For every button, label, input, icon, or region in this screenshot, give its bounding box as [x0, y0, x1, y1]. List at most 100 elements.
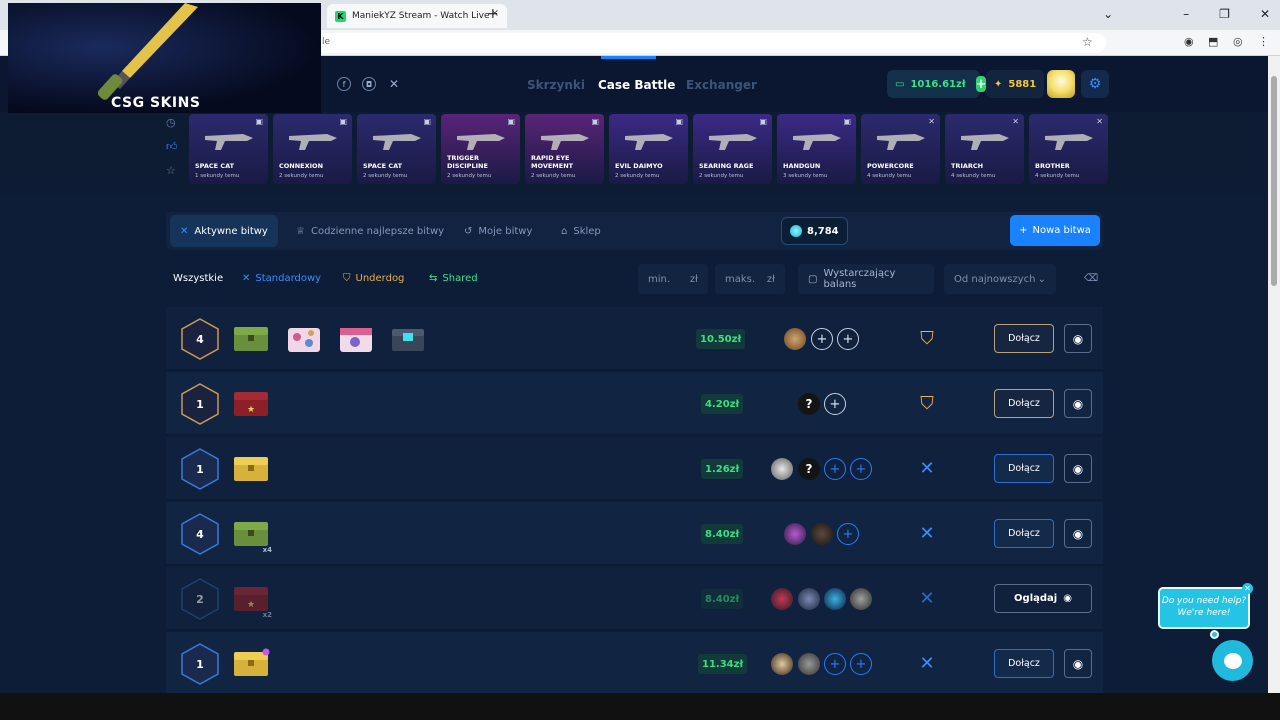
drop-time: 2 sekundy temu	[363, 173, 408, 179]
join-button[interactable]: Dołącz	[994, 519, 1054, 548]
join-slot-button[interactable]: +	[837, 328, 859, 350]
kick-icon: K	[335, 10, 346, 22]
tab-list-icon[interactable]: ⌄	[1103, 7, 1113, 21]
enough-balance-toggle[interactable]: ▢ Wystarczający balans	[798, 264, 934, 294]
address-bar[interactable]: le	[316, 33, 1106, 53]
live-drop-card[interactable]: ▣ SPACE CAT 1 sekundy temu	[189, 114, 268, 184]
live-drop-card[interactable]: ✕ BROTHER 4 sekundy temu	[1029, 114, 1108, 184]
player-avatar[interactable]	[771, 653, 793, 675]
scroll-thumb[interactable]	[1271, 76, 1277, 286]
join-slot-button[interactable]: +	[824, 458, 846, 480]
x-twitter-icon[interactable]: ✕	[387, 77, 401, 91]
join-slot-button[interactable]: +	[850, 458, 872, 480]
settings-gear-icon[interactable]: ⚙	[1081, 70, 1109, 98]
min-price-input[interactable]: min. zł	[638, 264, 708, 294]
skin-image	[793, 134, 841, 150]
live-drop-card[interactable]: ✕ POWERCORE 4 sekundy temu	[861, 114, 940, 184]
balance-display[interactable]: ▭ 1016.61zł +	[887, 70, 987, 98]
filter-all[interactable]: Wszystkie	[173, 273, 223, 284]
tab-shop[interactable]: ⌂ Sklep	[561, 212, 601, 250]
battle-row[interactable]: 2 ★ x2 8.40zł ✕ Oglądaj ◉	[166, 567, 1103, 630]
extensions-icon[interactable]: ⬒	[1208, 35, 1218, 48]
join-slot-button[interactable]: +	[824, 653, 846, 675]
player-avatar[interactable]	[771, 458, 793, 480]
battle-price: 8.40zł	[701, 589, 744, 609]
gems-display[interactable]: 8,784	[781, 217, 848, 245]
case-icon: ▣	[843, 117, 851, 126]
restore-icon[interactable]: ❐	[1219, 7, 1230, 21]
player-avatar[interactable]	[784, 328, 806, 350]
sort-select[interactable]: Od najnowszych ⌄	[944, 264, 1056, 294]
filter-underdog-label: Underdog	[355, 273, 405, 284]
tab-active-battles[interactable]: ✕ Aktywne bitwy	[170, 215, 278, 247]
minimize-icon[interactable]: –	[1183, 7, 1189, 21]
filter-standard[interactable]: ✕ Standardowy	[242, 273, 321, 284]
watch-button[interactable]: Oglądaj ◉	[994, 584, 1092, 613]
player-avatar[interactable]	[798, 653, 820, 675]
chat-icon[interactable]	[1212, 640, 1253, 681]
join-button[interactable]: Dołącz	[994, 649, 1054, 678]
filter-shared[interactable]: ⇆ Shared	[429, 273, 478, 284]
player-avatar[interactable]	[824, 588, 846, 610]
account-icon[interactable]: ◉	[1184, 35, 1194, 48]
player-avatar[interactable]	[850, 588, 872, 610]
eye-icon[interactable]: ◉	[1064, 519, 1092, 548]
browser-menu-icon[interactable]: ⋮	[1258, 35, 1269, 48]
tab-daily-best[interactable]: ♕ Codzienne najlepsze bitwy	[296, 212, 444, 250]
player-avatar[interactable]	[811, 523, 833, 545]
filter-underdog[interactable]: ⛉ Underdog	[343, 273, 404, 284]
live-drop-card[interactable]: ▣ SPACE CAT 2 sekundy temu	[357, 114, 436, 184]
join-slot-button[interactable]: +	[837, 523, 859, 545]
nav-skrzynki[interactable]: Skrzynki	[527, 78, 585, 92]
close-icon[interactable]: ✕	[1242, 583, 1253, 594]
new-battle-button[interactable]: + Nowa bitwa	[1010, 215, 1100, 246]
drop-skin-name: EVIL DAIMYO	[615, 162, 663, 170]
clear-filters-icon[interactable]: ⌫	[1084, 273, 1098, 284]
star-icon[interactable]: ☆	[166, 164, 178, 188]
page-scrollbar[interactable]	[1268, 56, 1280, 693]
battle-row[interactable]: 4 10.50zł + + ⛉ Dołącz ◉	[166, 307, 1103, 370]
facebook-icon[interactable]: f	[337, 77, 351, 91]
live-drop-card[interactable]: ✕ TRIARCH 4 sekundy temu	[945, 114, 1024, 184]
user-avatar[interactable]	[1047, 70, 1075, 98]
instagram-icon[interactable]: ◘	[362, 77, 376, 91]
tab-daily-best-label: Codzienne najlepsze bitwy	[310, 225, 445, 237]
join-button[interactable]: Dołącz	[994, 324, 1054, 353]
eye-icon[interactable]: ◉	[1064, 389, 1092, 418]
tab-my-battles[interactable]: ↺ Moje bitwy	[464, 212, 532, 250]
coins-display[interactable]: ✦ 5881	[986, 70, 1044, 98]
join-slot-button[interactable]: +	[850, 653, 872, 675]
eye-icon[interactable]: ◉	[1064, 324, 1092, 353]
max-price-input[interactable]: maks. zł	[715, 264, 785, 294]
player-avatar[interactable]	[798, 588, 820, 610]
join-button[interactable]: Dołącz	[994, 454, 1054, 483]
nav-case-battle[interactable]: Case Battle	[598, 78, 675, 92]
help-bubble[interactable]: Do you need help? We're here!	[1158, 587, 1250, 629]
shield-icon[interactable]: ◎	[1233, 35, 1243, 48]
browser-tab[interactable]: K ManiekYZ Stream - Watch Live ×	[327, 4, 507, 28]
join-slot-button[interactable]: +	[824, 393, 846, 415]
thumbs-up-icon[interactable]: 👍︎	[166, 140, 178, 164]
eye-icon[interactable]: ◉	[1064, 649, 1092, 678]
battle-row[interactable]: 1 11.34zł + + ✕ Dołącz ◉	[166, 632, 1103, 693]
eye-icon[interactable]: ◉	[1064, 454, 1092, 483]
live-drop-card[interactable]: ▣ HANDGUN 3 sekundy temu	[777, 114, 856, 184]
battle-row[interactable]: 4 x4 8.40zł + ✕ Dołącz ◉	[166, 502, 1103, 565]
player-avatar[interactable]	[771, 588, 793, 610]
join-button[interactable]: Dołącz	[994, 389, 1054, 418]
battle-row[interactable]: 1 1.26zł ? + + ✕ Dołącz ◉	[166, 437, 1103, 500]
clock-icon[interactable]: ◷	[166, 116, 178, 140]
player-avatar[interactable]	[784, 523, 806, 545]
live-drop-card[interactable]: ▣ EVIL DAIMYO 2 sekundy temu	[609, 114, 688, 184]
live-drop-card[interactable]: ▣ CONNEXION 2 sekundy temu	[273, 114, 352, 184]
new-tab-button[interactable]: +	[487, 6, 499, 22]
live-drop-card[interactable]: ▣ SEARING RAGE 2 sekundy temu	[693, 114, 772, 184]
live-drop-card[interactable]: ▣ TRIGGER DISCIPLINE 2 sekundy temu	[441, 114, 520, 184]
close-window-icon[interactable]: ✕	[1260, 7, 1270, 21]
deposit-button[interactable]: +	[975, 76, 987, 92]
nav-exchanger[interactable]: Exchanger	[686, 78, 757, 92]
join-slot-button[interactable]: +	[811, 328, 833, 350]
live-drop-card[interactable]: ▣ RAPID EYE MOVEMENT 2 sekundy temu	[525, 114, 604, 184]
bookmark-star-icon[interactable]: ☆	[1082, 35, 1093, 49]
battle-row[interactable]: 1 ★ 4.20zł ? + ⛉ Dołącz ◉	[166, 372, 1103, 435]
